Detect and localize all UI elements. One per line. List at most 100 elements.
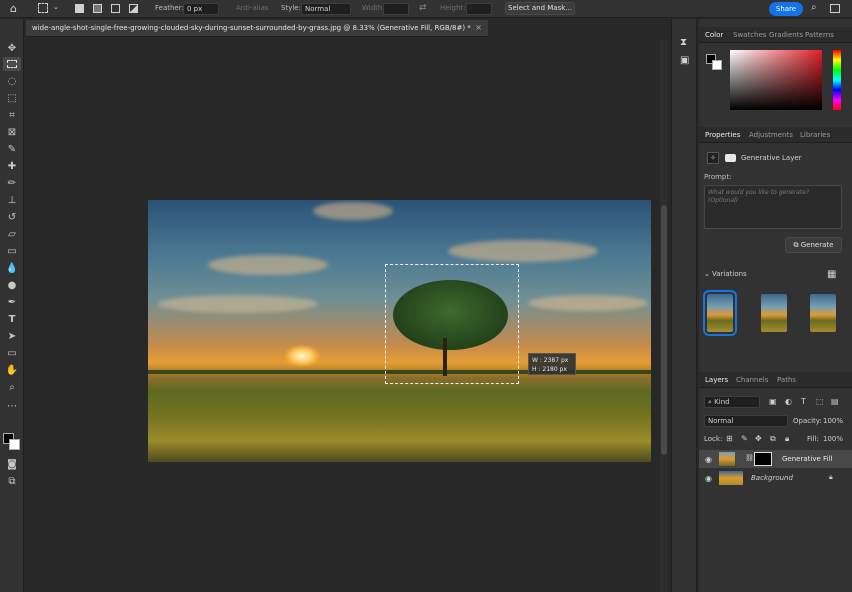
height-input[interactable] bbox=[466, 3, 492, 15]
hue-slider[interactable] bbox=[833, 50, 841, 110]
variations-chevron-icon[interactable]: ⌄ bbox=[704, 270, 710, 278]
share-button[interactable]: Share bbox=[769, 2, 803, 16]
generate-button[interactable]: ⧉ Generate bbox=[785, 237, 842, 253]
background-color-swatch[interactable] bbox=[712, 60, 722, 70]
select-and-mask-button[interactable]: Select and Mask... bbox=[505, 2, 575, 15]
blend-mode-select[interactable]: Normal bbox=[704, 415, 788, 427]
tab-properties[interactable]: Properties bbox=[705, 131, 740, 139]
marquee-tool-icon[interactable] bbox=[3, 57, 21, 71]
properties-panel-tabs: Properties Adjustments Libraries bbox=[699, 127, 852, 143]
quick-mask-icon[interactable]: ◙ bbox=[3, 457, 21, 471]
healing-brush-icon[interactable]: ✚ bbox=[3, 159, 21, 173]
subtract-selection-icon[interactable] bbox=[111, 4, 120, 13]
swap-icon[interactable]: ⇄ bbox=[419, 3, 427, 13]
variation-thumbnail-1[interactable] bbox=[703, 290, 737, 336]
feather-input[interactable]: 0 px bbox=[183, 3, 219, 15]
gradient-tool-icon[interactable]: ▭ bbox=[3, 244, 21, 258]
type-tool-icon[interactable]: T bbox=[3, 312, 21, 326]
opacity-value[interactable]: 100% bbox=[823, 417, 843, 425]
tab-libraries[interactable]: Libraries bbox=[800, 131, 830, 139]
lock-image-icon[interactable]: ✎ bbox=[741, 434, 748, 443]
filter-shape-icon[interactable]: ⬚ bbox=[816, 397, 824, 406]
lock-artboard-icon[interactable]: ⧉ bbox=[770, 434, 776, 444]
link-icon[interactable]: ⛓ bbox=[745, 454, 754, 462]
color-panel-tabs: Color Swatches Gradients Patterns bbox=[699, 27, 852, 43]
background-color-swatch[interactable] bbox=[9, 439, 20, 450]
layer-row-generative-fill[interactable]: ◉ ⛓ Generative Fill bbox=[699, 450, 852, 468]
more-tools-icon[interactable]: ⋯ bbox=[3, 399, 21, 413]
clone-stamp-icon[interactable]: ⊥ bbox=[3, 193, 21, 207]
filter-type-icon[interactable]: T bbox=[801, 397, 806, 406]
cloud-shape bbox=[528, 295, 648, 311]
height-label: Height: bbox=[440, 4, 466, 12]
history-brush-icon[interactable]: ↺ bbox=[3, 210, 21, 224]
width-input[interactable] bbox=[383, 3, 409, 15]
scrollbar-thumb[interactable] bbox=[661, 205, 667, 455]
move-tool-icon[interactable]: ✥ bbox=[3, 41, 21, 55]
antialias-checkbox-label[interactable]: Anti-alias bbox=[236, 4, 269, 12]
height-label: H : bbox=[532, 366, 541, 373]
eraser-icon[interactable]: ▱ bbox=[3, 227, 21, 241]
prompt-textarea[interactable]: What would you like to generate? (Option… bbox=[704, 185, 842, 229]
lock-all-icon[interactable]: 🔒︎ bbox=[785, 434, 789, 444]
filter-smart-object-icon[interactable]: ▤ bbox=[831, 397, 839, 406]
grid-view-icon[interactable]: ▦ bbox=[827, 269, 836, 280]
add-selection-icon[interactable] bbox=[93, 4, 102, 13]
kind-label: Kind bbox=[714, 398, 730, 406]
home-icon[interactable]: ⌂ bbox=[10, 2, 17, 15]
filter-pixel-icon[interactable]: ▣ bbox=[769, 397, 777, 406]
tab-patterns[interactable]: Patterns bbox=[805, 31, 834, 39]
kind-filter-select[interactable]: ⌕ Kind bbox=[704, 396, 760, 408]
tab-adjustments[interactable]: Adjustments bbox=[749, 131, 793, 139]
lasso-tool-icon[interactable]: ◌ bbox=[3, 74, 21, 88]
search-icon[interactable]: ⌕ bbox=[811, 2, 817, 13]
rectangle-tool-icon[interactable]: ▭ bbox=[3, 346, 21, 360]
tab-color[interactable]: Color bbox=[705, 31, 723, 39]
variation-thumbnail-2[interactable] bbox=[761, 294, 787, 332]
mask-icon bbox=[725, 154, 736, 162]
tab-gradients[interactable]: Gradients bbox=[769, 31, 803, 39]
filter-adjustment-icon[interactable]: ◐ bbox=[785, 397, 792, 406]
tab-paths[interactable]: Paths bbox=[777, 376, 796, 384]
blur-tool-icon[interactable]: 💧 bbox=[3, 261, 21, 275]
intersect-selection-icon[interactable] bbox=[129, 4, 138, 13]
path-selection-icon[interactable]: ➤ bbox=[3, 329, 21, 343]
sun bbox=[284, 345, 320, 367]
history-icon[interactable]: ⧗ bbox=[680, 37, 687, 48]
marquee-tool-preset-icon[interactable] bbox=[38, 3, 48, 13]
visibility-eye-icon[interactable]: ◉ bbox=[705, 474, 712, 483]
tab-channels[interactable]: Channels bbox=[736, 376, 768, 384]
new-selection-icon[interactable] bbox=[75, 4, 84, 13]
color-field[interactable] bbox=[730, 50, 822, 110]
style-select[interactable]: Normal bbox=[301, 3, 351, 15]
zoom-tool-icon[interactable]: ⌕ bbox=[3, 380, 21, 394]
chevron-down-icon[interactable]: ⌄ bbox=[53, 3, 59, 11]
document-canvas[interactable]: W : 2387 px H : 2180 px bbox=[148, 200, 651, 462]
layer-type-label: Generative Layer bbox=[741, 154, 802, 162]
workspace-icon[interactable] bbox=[830, 4, 840, 13]
pen-tool-icon[interactable]: ✒ bbox=[3, 295, 21, 309]
tab-layers[interactable]: Layers bbox=[705, 376, 728, 384]
fill-value[interactable]: 100% bbox=[823, 435, 843, 443]
screen-mode-icon[interactable]: ⧉ bbox=[3, 474, 21, 488]
frame-tool-icon[interactable]: ⊠ bbox=[3, 125, 21, 139]
cloud-shape bbox=[208, 255, 328, 275]
layer-row-background[interactable]: ◉ Background 🔒︎ bbox=[699, 469, 852, 487]
close-tab-icon[interactable]: × bbox=[475, 23, 482, 32]
marquee-selection[interactable] bbox=[385, 264, 519, 384]
lock-transparent-icon[interactable]: ⊞ bbox=[726, 434, 733, 443]
brush-tool-icon[interactable]: ✏ bbox=[3, 176, 21, 190]
crop-tool-icon[interactable]: ⌗ bbox=[3, 108, 21, 122]
document-tab[interactable]: wide-angle-shot-single-free-growing-clou… bbox=[26, 20, 488, 37]
visibility-eye-icon[interactable]: ◉ bbox=[705, 455, 712, 464]
eyedropper-icon[interactable]: ✎ bbox=[3, 142, 21, 156]
lock-icon: 🔒︎ bbox=[829, 473, 833, 481]
tab-swatches[interactable]: Swatches bbox=[733, 31, 766, 39]
dodge-tool-icon[interactable]: ● bbox=[3, 278, 21, 292]
hand-tool-icon[interactable]: ✋ bbox=[3, 363, 21, 377]
comments-icon[interactable]: ▣ bbox=[680, 55, 689, 66]
lock-position-icon[interactable]: ✥ bbox=[755, 434, 762, 443]
object-selection-icon[interactable]: ⬚ bbox=[3, 91, 21, 105]
variation-thumbnail-3[interactable] bbox=[810, 294, 836, 332]
width-value: 2387 px bbox=[543, 357, 569, 364]
